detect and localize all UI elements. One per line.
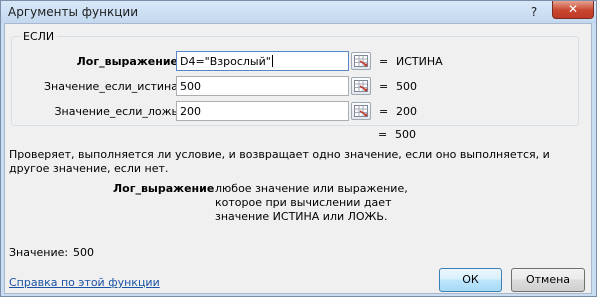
value-if-true-input[interactable]: 500 [176, 76, 349, 96]
title-bar[interactable]: Аргументы функции ? ✕ [1, 1, 596, 23]
value-result: 500 [73, 246, 94, 259]
argument-row-value-if-true: Значение_если_истина 500 = 500 [12, 76, 572, 98]
argument-row-value-if-false: Значение_если_ложь 200 = 200 [12, 101, 572, 123]
value-if-false-input[interactable]: 200 [176, 101, 349, 121]
equals-sign: = [379, 80, 389, 93]
ok-button[interactable]: ОК [439, 268, 502, 292]
argument-row-logical-test: Лог_выражение D4="Взрослый" = ИСТИНА [12, 51, 572, 73]
function-group: ЕСЛИ Лог_выражение D4="Взрослый" = ИСТИН… [11, 30, 579, 126]
range-select-icon[interactable] [351, 77, 371, 95]
formula-equals-sign: = [378, 128, 388, 141]
function-description: Проверяет, выполняется ли условие, и воз… [9, 148, 550, 175]
argument-label: Лог_выражение [76, 55, 178, 68]
argument-result: 500 [396, 80, 417, 93]
equals-sign: = [379, 55, 389, 68]
equals-sign: = [379, 105, 389, 118]
function-arguments-dialog: Аргументы функции ? ✕ ЕСЛИ Лог_выражение… [0, 0, 597, 297]
argument-help-text: любое значение или выражение, которое пр… [215, 182, 408, 223]
range-select-icon[interactable] [351, 102, 371, 120]
logical-test-input[interactable]: D4="Взрослый" [176, 51, 349, 71]
argument-help-name: Лог_выражение [113, 182, 215, 195]
argument-label: Значение_если_истина [43, 80, 178, 93]
help-icon[interactable]: ? [523, 4, 545, 20]
close-icon[interactable]: ✕ [552, 1, 594, 19]
argument-result: ИСТИНА [396, 55, 443, 68]
argument-label: Значение_если_ложь [54, 105, 178, 118]
cancel-button[interactable]: Отмена [511, 268, 585, 292]
function-help-link[interactable]: Справка по этой функции [9, 276, 160, 289]
range-select-icon[interactable] [351, 52, 371, 70]
function-name: ЕСЛИ [20, 30, 58, 43]
argument-result: 200 [396, 105, 417, 118]
window-title: Аргументы функции [8, 5, 139, 19]
formula-result: 500 [395, 128, 416, 141]
dialog-body: ЕСЛИ Лог_выражение D4="Взрослый" = ИСТИН… [4, 23, 592, 294]
text-caret [271, 55, 273, 67]
value-label: Значение: [9, 246, 69, 259]
